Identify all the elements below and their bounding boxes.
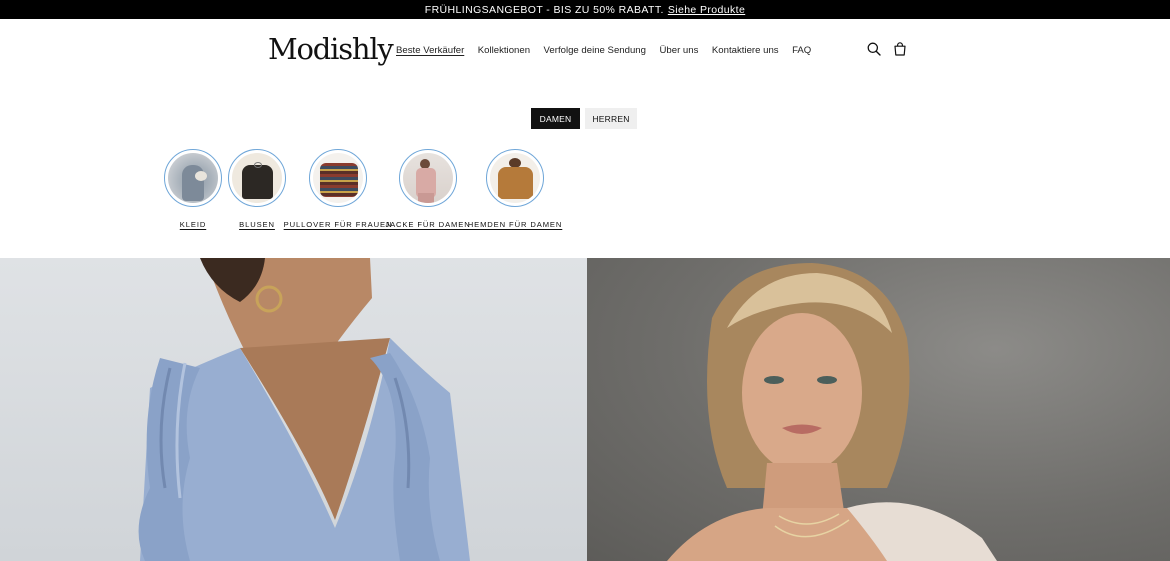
announcement-bar: FRÜHLINGSANGEBOT - BIS ZU 50% RABATT. Si… [0,0,1170,19]
nav-item-kontakt[interactable]: Kontaktiere uns [712,45,779,56]
logo[interactable]: Modishly [268,30,394,68]
cart-icon[interactable] [892,41,908,57]
category-image-blusen [228,149,286,207]
category-image-kleid [164,149,222,207]
category-blusen[interactable]: BLUSEN [228,149,286,229]
category-jacke[interactable]: JACKE FÜR DAMEN [385,149,470,229]
category-pullover[interactable]: PULLOVER FÜR FRAUEN [284,149,391,229]
category-image-jacke [399,149,457,207]
category-label-jacke[interactable]: JACKE FÜR DAMEN [385,220,470,229]
category-label-blusen[interactable]: BLUSEN [239,220,275,229]
hero-illustration-left [138,258,470,561]
nav-item-sendung[interactable]: Verfolge deine Sendung [544,45,646,56]
category-label-hemden[interactable]: HEMDEN FÜR DAMEN [468,220,563,229]
search-icon[interactable] [866,41,882,57]
nav-item-kollektionen[interactable]: Kollektionen [478,45,530,56]
announcement-link[interactable]: Siehe Produkte [668,4,745,16]
hero-image-right[interactable] [587,258,1170,561]
gender-tabs: DAMEN HERREN [531,108,637,129]
tab-damen[interactable]: DAMEN [531,108,580,129]
category-kleid[interactable]: KLEID [164,149,222,229]
category-label-pullover[interactable]: PULLOVER FÜR FRAUEN [284,220,393,229]
nav-item-faq[interactable]: FAQ [792,45,811,56]
category-hemden[interactable]: HEMDEN FÜR DAMEN [468,149,561,229]
hero-illustration-right [667,263,997,561]
tab-herren[interactable]: HERREN [585,108,637,129]
nav-item-beste-verkaeufer[interactable]: Beste Verkäufer [396,45,464,56]
announcement-text: FRÜHLINGSANGEBOT - BIS ZU 50% RABATT. [424,3,664,16]
nav-item-ueber-uns[interactable]: Über uns [659,45,698,56]
category-label-kleid[interactable]: KLEID [180,220,206,229]
hero-image-left[interactable] [0,258,587,561]
category-image-pullover [309,149,367,207]
site-header: Modishly Beste Verkäufer Kollektionen Ve… [0,19,1170,83]
main-nav: Beste Verkäufer Kollektionen Verfolge de… [396,45,825,56]
category-image-hemden [486,149,544,207]
